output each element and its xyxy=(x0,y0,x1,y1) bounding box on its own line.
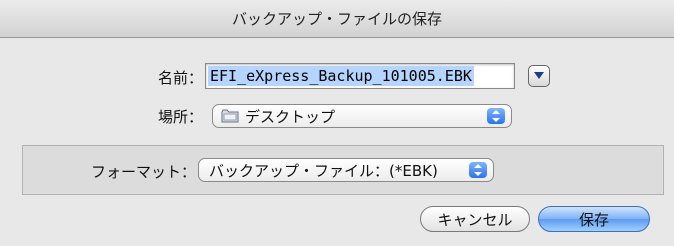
expand-dialog-button[interactable] xyxy=(528,65,550,87)
filename-input[interactable]: EFI_eXpress_Backup_101005.EBK xyxy=(205,63,515,89)
filename-value: EFI_eXpress_Backup_101005.EBK xyxy=(208,66,474,86)
format-stepper xyxy=(469,162,487,178)
location-label: 場所： xyxy=(157,108,203,126)
disclosure-triangle-icon xyxy=(534,72,544,79)
location-stepper xyxy=(487,108,505,124)
up-down-arrows-icon xyxy=(474,164,482,176)
cancel-button[interactable]: キャンセル xyxy=(420,206,530,232)
format-popup[interactable]: バックアップ・ファイル：(*EBK) xyxy=(198,158,494,182)
format-value: バックアップ・ファイル：(*EBK) xyxy=(209,161,438,180)
save-dialog: バックアップ・ファイルの保存 名前： EFI_eXpress_Backup_10… xyxy=(0,0,674,246)
dialog-title: バックアップ・ファイルの保存 xyxy=(231,10,442,28)
format-label: フォーマット： xyxy=(90,163,196,181)
location-popup[interactable]: デスクトップ xyxy=(212,104,512,128)
save-button[interactable]: 保存 xyxy=(538,206,650,232)
dialog-title-bar: バックアップ・ファイルの保存 xyxy=(0,0,674,38)
up-down-arrows-icon xyxy=(492,110,500,122)
name-label: 名前： xyxy=(157,69,203,87)
folder-icon xyxy=(221,109,239,123)
location-value: デスクトップ xyxy=(245,107,336,126)
